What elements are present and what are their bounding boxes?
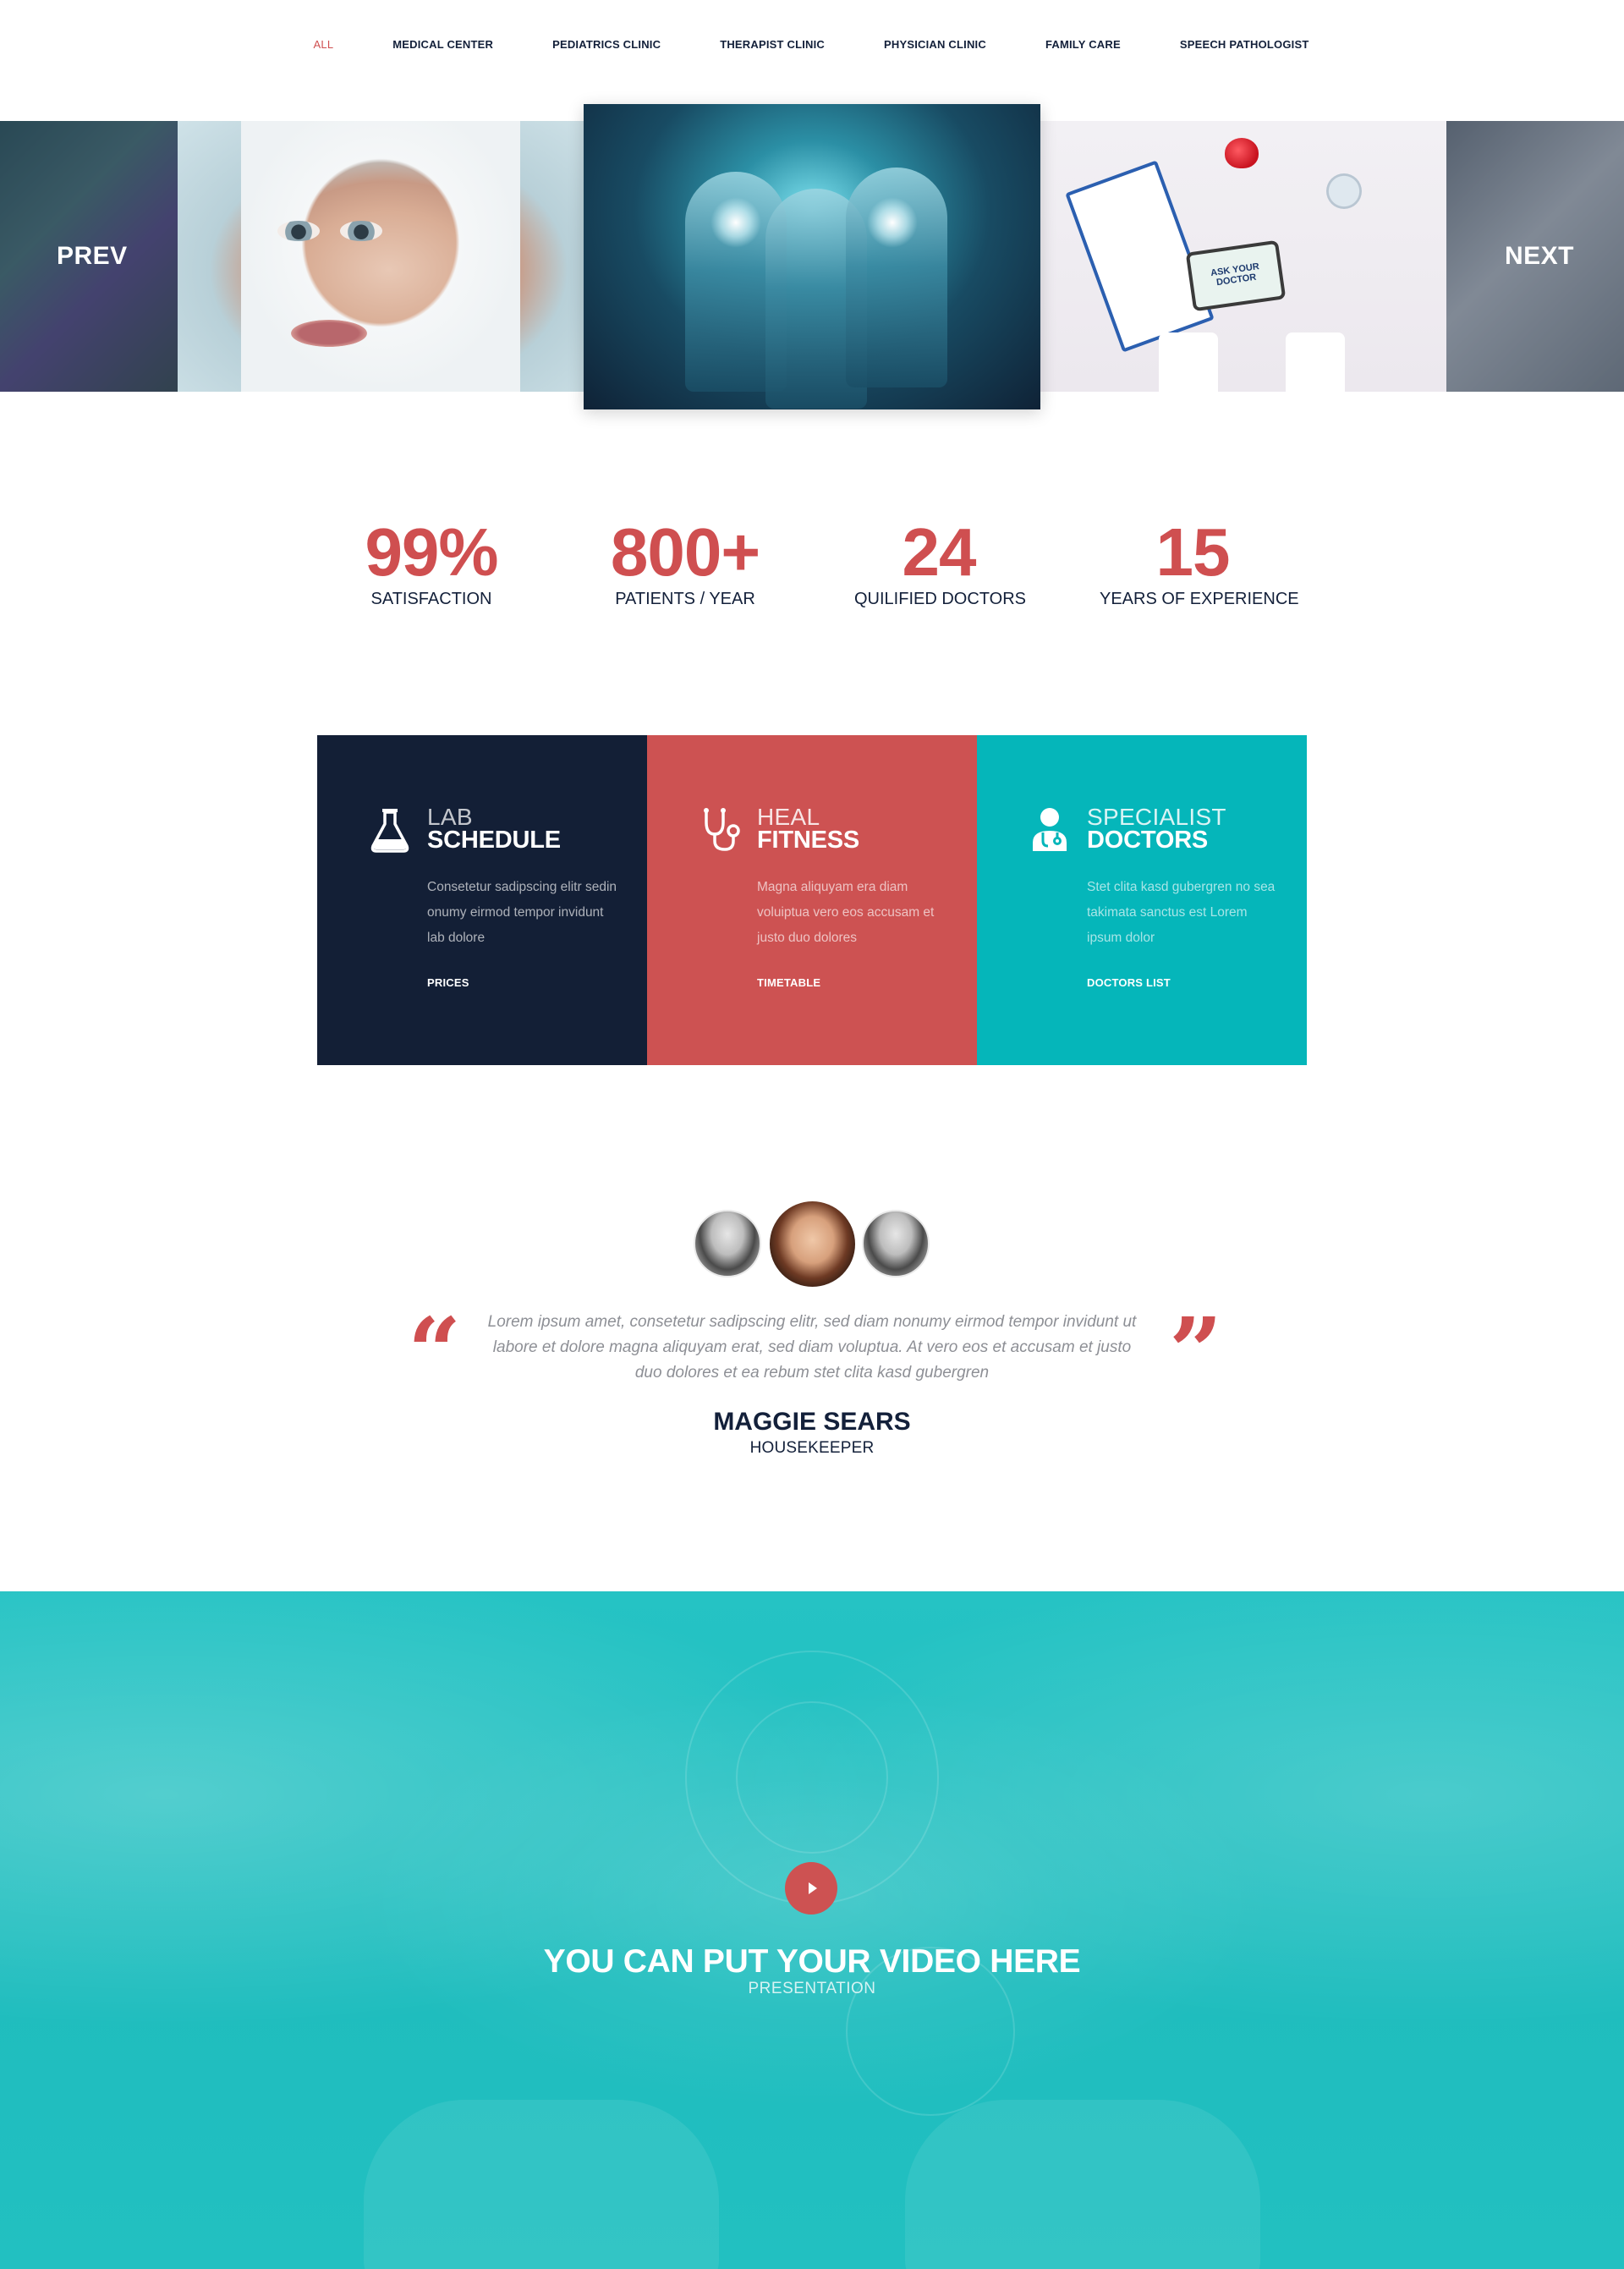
service-card-specialist-doctors: SPECIALIST DOCTORS Stet clita kasd guber… bbox=[977, 735, 1307, 1065]
play-icon bbox=[808, 1882, 817, 1894]
stat-doctors: 24 QUILIFIED DOCTORS bbox=[854, 512, 1026, 608]
video-title: YOU CAN PUT YOUR VIDEO HERE bbox=[543, 1943, 1081, 1980]
service-title-light: LAB bbox=[427, 804, 473, 830]
stat-label: QUILIFIED DOCTORS bbox=[854, 590, 1026, 608]
doctor-icon bbox=[1033, 808, 1067, 851]
gallery-image-surgery-featured[interactable] bbox=[584, 104, 1040, 409]
heart-icon bbox=[1225, 138, 1259, 168]
video-section: YOU CAN PUT YOUR VIDEO HERE PRESENTATION bbox=[0, 1591, 1624, 2269]
surgical-light-left bbox=[710, 197, 761, 248]
filter-physician-clinic[interactable]: PHYSICIAN CLINIC bbox=[884, 38, 986, 51]
filter-family-care[interactable]: FAMILY CARE bbox=[1045, 38, 1121, 51]
filter-speech-pathologist[interactable]: SPEECH PATHOLOGIST bbox=[1180, 38, 1309, 51]
avatar-man-right[interactable] bbox=[862, 1210, 930, 1277]
petri-dish-shape bbox=[1326, 173, 1362, 209]
video-subtitle: PRESENTATION bbox=[748, 1980, 876, 1997]
avatar-man-left[interactable] bbox=[694, 1210, 761, 1277]
stat-patients: 800+ PATIENTS / YEAR bbox=[605, 512, 765, 608]
play-video-button[interactable] bbox=[785, 1862, 837, 1915]
hand-right-shape bbox=[905, 2100, 1260, 2269]
doctor-sleeve-right bbox=[1286, 332, 1345, 392]
left-eye-shape bbox=[277, 221, 320, 241]
doctor-sleeve-left bbox=[1159, 332, 1218, 392]
stat-experience: 15 YEARS OF EXPERIENCE bbox=[1100, 512, 1299, 608]
timetable-link[interactable]: TIMETABLE bbox=[757, 976, 820, 989]
service-description: Consetetur sadipscing elitr sedin onumy … bbox=[427, 880, 617, 945]
stat-satisfaction: 99% SATISFACTION bbox=[360, 512, 502, 608]
surgical-light-right bbox=[867, 197, 918, 248]
portfolio-filter-nav: ALL MEDICAL CENTER PEDIATRICS CLINIC THE… bbox=[0, 0, 1624, 89]
testimonial-author-name: MAGGIE SEARS bbox=[713, 1408, 911, 1436]
stat-value: 99% bbox=[365, 514, 498, 590]
stat-label: PATIENTS / YEAR bbox=[615, 590, 755, 608]
gallery-image-ask-doctor[interactable]: ASK YOUR DOCTOR bbox=[1040, 121, 1446, 392]
services-section: LAB SCHEDULE Consetetur sadipscing elitr… bbox=[317, 735, 1307, 1065]
service-title-light: SPECIALIST bbox=[1087, 804, 1226, 830]
service-description: Magna aliquyam era diam voluiptua vero e… bbox=[757, 880, 935, 945]
stat-value: 24 bbox=[902, 514, 977, 590]
stat-label: SATISFACTION bbox=[370, 590, 492, 608]
filter-pediatrics-clinic[interactable]: PEDIATRICS CLINIC bbox=[552, 38, 661, 51]
surgical-cap-shape bbox=[241, 121, 520, 392]
filter-list: ALL MEDICAL CENTER PEDIATRICS CLINIC THE… bbox=[314, 38, 1309, 51]
quote-open-icon: “ bbox=[408, 1297, 462, 1406]
right-eye-shape bbox=[340, 221, 382, 241]
service-title-bold: DOCTORS bbox=[1087, 827, 1209, 854]
stat-value: 800+ bbox=[610, 514, 760, 590]
testimonial-text: Lorem ipsum amet, consetetur sadipscing … bbox=[487, 1313, 1137, 1382]
service-card-heal-fitness: HEAL FITNESS Magna aliquyam era diam vol… bbox=[647, 735, 977, 1065]
holographic-circle-inner-deco bbox=[736, 1701, 888, 1854]
stethoscope-icon bbox=[704, 808, 740, 851]
hand-left-shape bbox=[364, 2100, 719, 2269]
stat-label: YEARS OF EXPERIENCE bbox=[1100, 590, 1299, 608]
flask-icon bbox=[370, 809, 409, 853]
prev-button[interactable]: PREV bbox=[57, 242, 128, 271]
tablet-shape: ASK YOUR DOCTOR bbox=[1185, 239, 1287, 312]
testimonial-author-role: HOUSEKEEPER bbox=[749, 1439, 875, 1457]
gallery-image-patient-face[interactable] bbox=[178, 121, 584, 392]
service-card-lab-schedule: LAB SCHEDULE Consetetur sadipscing elitr… bbox=[317, 735, 647, 1065]
avatar-maggie-sears[interactable] bbox=[770, 1201, 855, 1287]
service-title-light: HEAL bbox=[757, 804, 820, 830]
filter-therapist-clinic[interactable]: THERAPIST CLINIC bbox=[720, 38, 825, 51]
next-button[interactable]: NEXT bbox=[1505, 242, 1574, 271]
tablet-text: ASK YOUR DOCTOR bbox=[1210, 261, 1260, 288]
service-title-bold: SCHEDULE bbox=[427, 827, 561, 854]
filter-medical-center[interactable]: MEDICAL CENTER bbox=[392, 38, 493, 51]
prices-link[interactable]: PRICES bbox=[427, 976, 469, 989]
service-description: Stet clita kasd gubergren no sea takimat… bbox=[1087, 880, 1276, 945]
stat-value: 15 bbox=[1155, 514, 1231, 590]
lips-shape bbox=[291, 320, 367, 347]
quote-close-icon: ” bbox=[1169, 1297, 1223, 1406]
doctors-list-link[interactable]: DOCTORS LIST bbox=[1087, 976, 1171, 989]
image-carousel: PREV ASK YOUR DOCTOR NEXT bbox=[0, 104, 1624, 409]
filter-all[interactable]: ALL bbox=[314, 38, 334, 51]
service-title-bold: FITNESS bbox=[757, 827, 860, 854]
